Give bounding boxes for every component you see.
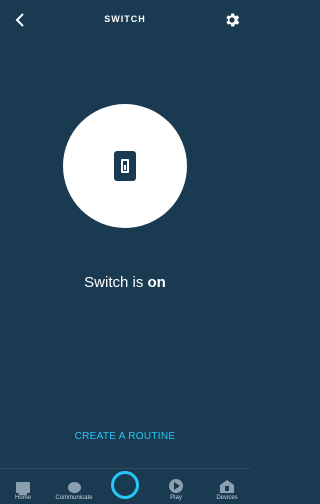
nav-communicate[interactable]: Communicate bbox=[54, 482, 94, 501]
home-icon bbox=[16, 482, 30, 495]
settings-button[interactable] bbox=[222, 10, 242, 30]
create-routine-button[interactable]: CREATE A ROUTINE bbox=[0, 431, 250, 442]
play-icon bbox=[169, 479, 183, 493]
nav-play[interactable]: Play bbox=[156, 479, 196, 501]
header: SWITCH bbox=[0, 0, 250, 40]
bottom-nav: Home Communicate Play Devices bbox=[0, 468, 250, 504]
page-title: SWITCH bbox=[104, 14, 146, 24]
nav-play-label: Play bbox=[170, 495, 182, 501]
nav-devices-label: Devices bbox=[216, 495, 238, 501]
switch-status: Switch is on bbox=[0, 274, 250, 291]
light-switch-icon bbox=[114, 151, 136, 181]
devices-icon bbox=[220, 480, 234, 493]
nav-home-label: Home bbox=[14, 495, 31, 501]
status-value: on bbox=[147, 274, 166, 291]
nav-communicate-label: Communicate bbox=[55, 495, 93, 501]
nav-home[interactable]: Home bbox=[3, 482, 43, 501]
nav-devices[interactable]: Devices bbox=[207, 480, 247, 501]
gear-icon bbox=[226, 13, 240, 27]
chat-bubble-icon bbox=[67, 482, 81, 493]
status-prefix: Switch is bbox=[84, 274, 148, 291]
alexa-ring-icon[interactable] bbox=[111, 471, 139, 499]
switch-toggle-button[interactable] bbox=[63, 104, 187, 228]
